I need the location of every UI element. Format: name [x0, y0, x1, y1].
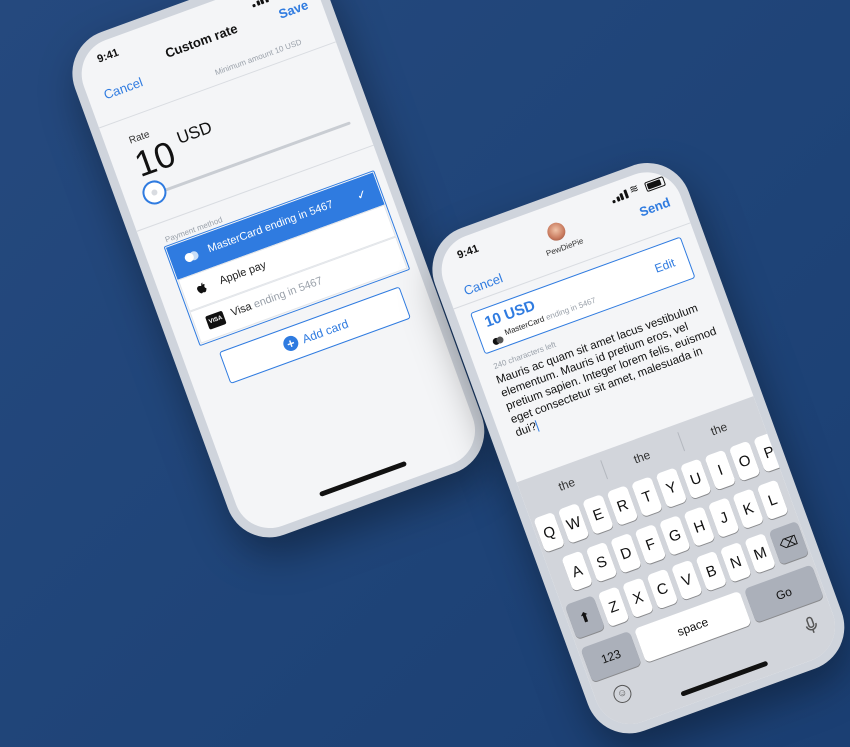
backspace-icon: ⌫ — [777, 532, 800, 553]
message-screen: 9:41 ≋ Cancel PewDiePie Send 10 USD Mast… — [431, 162, 846, 735]
wifi-icon: ≋ — [627, 182, 641, 197]
suggestion-3[interactable]: the — [709, 420, 729, 439]
backspace-key[interactable]: ⌫ — [768, 520, 810, 565]
avatar — [544, 220, 568, 244]
custom-rate-screen: 9:41 ≋ Cancel Custom rate Save Minimum a… — [71, 0, 486, 539]
signal-icon — [250, 0, 269, 8]
plus-circle-icon: + — [281, 333, 301, 354]
wifi-icon: ≋ — [268, 0, 281, 1]
phone-custom-rate: 9:41 ≋ Cancel Custom rate Save Minimum a… — [60, 0, 497, 550]
battery-icon — [643, 175, 667, 193]
signal-icon — [610, 189, 629, 204]
numbers-key[interactable]: 123 — [580, 630, 642, 683]
shift-key[interactable]: ⬆ — [564, 595, 606, 640]
edit-button[interactable]: Edit — [653, 256, 677, 276]
add-card-label: Add card — [300, 316, 351, 347]
cancel-button[interactable]: Cancel — [462, 270, 505, 298]
cancel-button[interactable]: Cancel — [102, 74, 145, 102]
summary-method-suffix: ending in 5467 — [544, 295, 598, 323]
status-time: 9:41 — [455, 242, 481, 262]
emoji-icon[interactable]: ☺ — [610, 682, 634, 706]
shift-icon: ⬆ — [576, 607, 593, 627]
status-time: 9:41 — [95, 46, 121, 66]
microphone-icon[interactable] — [803, 615, 822, 641]
rate-currency: USD — [174, 117, 215, 148]
home-indicator — [318, 460, 408, 497]
phone-message: 9:41 ≋ Cancel PewDiePie Send 10 USD Mast… — [420, 150, 850, 746]
nav-title: Custom rate — [163, 20, 240, 61]
home-indicator — [680, 660, 769, 697]
suggestion-1[interactable]: the — [557, 475, 577, 494]
save-button[interactable]: Save — [277, 0, 311, 22]
suggestion-2[interactable]: the — [632, 448, 652, 467]
send-button[interactable]: Send — [637, 195, 672, 220]
